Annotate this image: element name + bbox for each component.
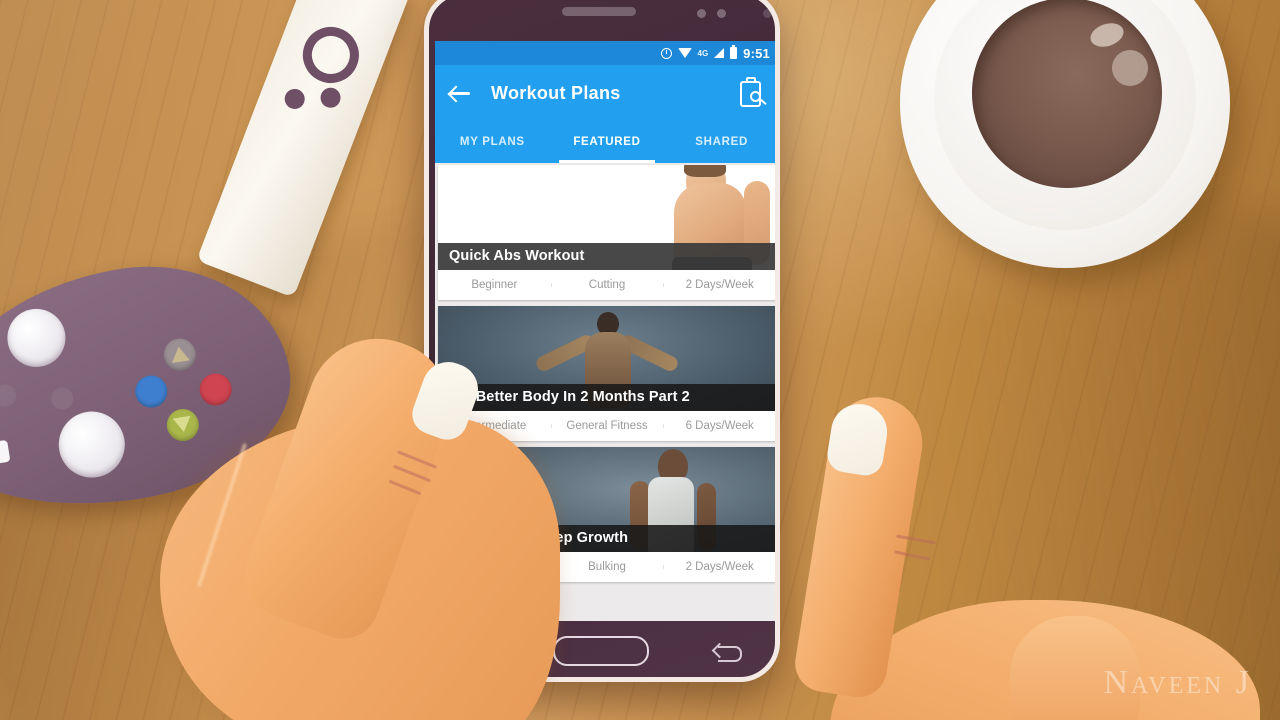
- battery-icon: [730, 45, 738, 59]
- plan-image: Quick Abs Workout: [438, 165, 775, 270]
- plan-meta-row: Beginner Cutting 2 Days/Week: [438, 270, 775, 300]
- coffee-cup: [900, 0, 1230, 268]
- tab-shared[interactable]: SHARED: [664, 121, 775, 163]
- alarm-icon: [660, 47, 672, 59]
- coffee-liquid: [972, 0, 1162, 188]
- clipboard-search-icon[interactable]: [737, 77, 767, 109]
- plan-goal: Cutting: [550, 279, 664, 291]
- scene-root: 4G 9:51 Workout Plans MY PLANS FEATURED …: [0, 0, 1280, 720]
- plan-frequency: 6 Days/Week: [663, 420, 775, 432]
- plan-frequency: 2 Days/Week: [663, 561, 775, 573]
- back-arrow-icon[interactable]: [447, 80, 473, 106]
- remote-button-icon: [317, 84, 344, 111]
- sensor-dot: [697, 9, 706, 18]
- sensor-dot: [717, 9, 726, 18]
- earpiece-speaker: [562, 7, 636, 16]
- page-title: Workout Plans: [491, 82, 621, 103]
- remote-ring-icon: [294, 18, 368, 92]
- tab-featured[interactable]: FEATURED: [550, 121, 665, 163]
- back-icon[interactable]: [714, 641, 743, 662]
- signal-icon: [714, 48, 725, 58]
- left-hand: [160, 319, 580, 720]
- plan-title: Quick Abs Workout: [438, 243, 775, 270]
- network-label: 4G: [697, 48, 709, 58]
- watermark: Naveen J: [1103, 664, 1252, 701]
- tab-bar: MY PLANS FEATURED SHARED: [435, 121, 775, 163]
- front-camera: [763, 9, 772, 18]
- plan-level: Beginner: [471, 279, 518, 291]
- wifi-icon: [677, 48, 692, 58]
- status-bar: 4G 9:51: [435, 41, 775, 65]
- plan-card[interactable]: Quick Abs Workout Beginner Cutting 2 Day…: [438, 165, 775, 300]
- phone-top-bezel: [429, 0, 775, 41]
- coffee-foam: [1112, 50, 1148, 86]
- app-bar: Workout Plans: [435, 65, 775, 121]
- remote-button-icon: [281, 86, 308, 112]
- plan-frequency: 2 Days/Week: [663, 279, 775, 291]
- status-time: 9:51: [743, 45, 770, 61]
- tab-my-plans[interactable]: MY PLANS: [435, 121, 550, 163]
